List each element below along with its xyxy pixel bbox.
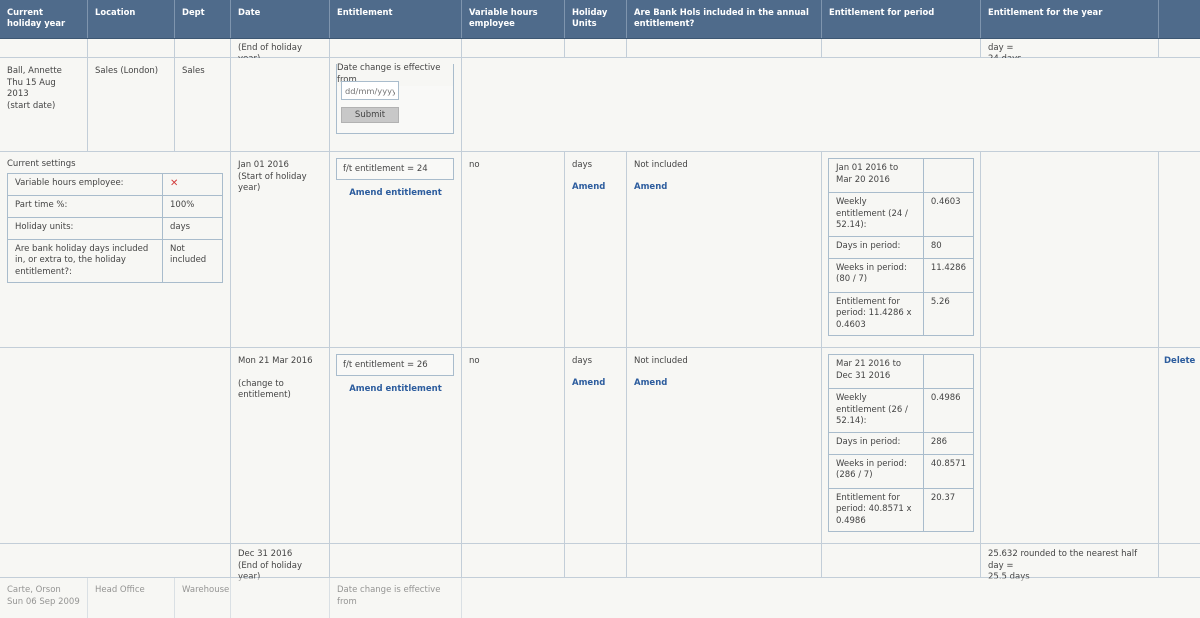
delete-link[interactable]: Delete: [1164, 356, 1195, 368]
amend-entitlement-link[interactable]: Amend entitlement: [336, 188, 455, 200]
employee-start-date: Sun 06 Sep 2009: [7, 596, 80, 607]
period-calculation-table: Mar 21 2016 to Dec 31 2016 Weekly entitl…: [828, 354, 975, 532]
col-entitlement-period: Entitlement for period: [822, 0, 981, 38]
submit-button[interactable]: Submit: [341, 107, 399, 123]
amend-units-link[interactable]: Amend: [572, 378, 619, 390]
table-header: Current holiday year Location Dept Date …: [0, 0, 1200, 39]
employee-name: Ball, Annette: [7, 66, 62, 76]
entitlement-box: f/t entitlement = 24: [336, 158, 454, 180]
holiday-units-value: days: [572, 160, 593, 170]
employee-location: Head Office: [88, 578, 175, 618]
variable-hours-value: no: [462, 152, 565, 347]
amend-bank-hols-link[interactable]: Amend: [634, 378, 814, 390]
settings-label: Are bank holiday days included in, or ex…: [7, 238, 163, 283]
period-date: Mon 21 Mar 2016: [238, 356, 313, 366]
col-date: Date: [231, 0, 330, 38]
calc-label: Entitlement for period: 40.8571 x 0.4986: [828, 487, 924, 532]
bank-hols-value: Not included: [634, 356, 688, 366]
calc-label: Weekly entitlement (26 / 52.14):: [828, 388, 924, 433]
settings-title: Current settings: [7, 159, 76, 169]
period-row: Mon 21 Mar 2016 (change to entitlement) …: [0, 348, 1200, 544]
calc-label: Weekly entitlement (24 / 52.14):: [828, 192, 924, 237]
col-variable-hours: Variable hours employee: [462, 0, 565, 38]
calc-value: 286: [922, 431, 975, 455]
col-entitlement: Entitlement: [330, 0, 462, 38]
calc-label: Entitlement for period: 11.4286 x 0.4603: [828, 291, 924, 336]
calc-label: Jan 01 2016 to Mar 20 2016: [828, 158, 924, 193]
calc-value: 11.4286: [922, 257, 975, 293]
period-calculation-table: Jan 01 2016 to Mar 20 2016 Weekly entitl…: [828, 158, 975, 336]
col-dept: Dept: [175, 0, 231, 38]
period-date-note: (Start of holiday year): [238, 171, 307, 194]
employee-location: Sales (London): [88, 58, 175, 151]
settings-label: Part time %:: [7, 194, 163, 218]
col-actions: [1159, 0, 1200, 38]
period-date: Jan 01 2016: [238, 160, 289, 170]
employee-row: Ball, Annette Thu 15 Aug 2013 (start dat…: [0, 58, 1200, 152]
amend-units-link[interactable]: Amend: [572, 182, 619, 194]
employee-row: Carte, Orson Sun 06 Sep 2009 Head Office…: [0, 578, 1200, 618]
col-holiday-units: Holiday Units: [565, 0, 627, 38]
holiday-units-value: days: [572, 356, 593, 366]
employee-dept: Warehouse: [175, 578, 231, 618]
year-end-date: Dec 31 2016: [238, 549, 293, 559]
year-total: 25.632 rounded to the nearest half day =: [988, 549, 1138, 571]
settings-value: 100%: [162, 194, 223, 218]
settings-table: Variable hours employee: ✕ Part time %: …: [7, 172, 223, 284]
calc-label: Weeks in period: (286 / 7): [828, 453, 924, 489]
calc-label: Weeks in period: (80 / 7): [828, 257, 924, 293]
calc-value: 40.8571: [922, 453, 975, 489]
calc-value: 5.26: [922, 291, 975, 336]
date-change-label: Date change is effective from: [330, 578, 462, 618]
bank-hols-value: Not included: [634, 160, 688, 170]
settings-value: days: [162, 216, 223, 240]
calc-value: 80: [922, 235, 975, 259]
employee-name: Carte, Orson: [7, 585, 61, 595]
calc-label: Mar 21 2016 to Dec 31 2016: [828, 354, 924, 389]
amend-entitlement-link[interactable]: Amend entitlement: [336, 384, 455, 396]
variable-hours-value: no: [462, 348, 565, 543]
employee-start-note: (start date): [7, 100, 56, 111]
settings-label: Variable hours employee:: [7, 172, 163, 196]
period-row: Current settings Variable hours employee…: [0, 152, 1200, 348]
col-location: Location: [88, 0, 175, 38]
calc-label: Days in period:: [828, 235, 924, 259]
period-date-note: (change to entitlement): [238, 378, 291, 401]
settings-label: Holiday units:: [7, 216, 163, 240]
employee-start-date: Thu 15 Aug 2013: [7, 77, 56, 100]
close-icon: ✕: [170, 177, 179, 189]
calc-value: 0.4603: [922, 192, 975, 237]
employee-dept: Sales: [175, 58, 231, 151]
date-input[interactable]: [341, 81, 399, 100]
calc-label: Days in period:: [828, 431, 924, 455]
settings-value: Not included: [162, 238, 223, 283]
year-end-row: Dec 31 2016 (End of holiday year) 25.632…: [0, 544, 1200, 582]
col-current-holiday-year: Current holiday year: [0, 0, 88, 38]
entitlement-box: f/t entitlement = 26: [336, 354, 454, 376]
amend-bank-hols-link[interactable]: Amend: [634, 182, 814, 194]
col-entitlement-year: Entitlement for the year: [981, 0, 1159, 38]
calc-value: 20.37: [922, 487, 975, 532]
date-change-form: Date change is effective from Submit: [336, 63, 454, 134]
col-bank-hols: Are Bank Hols included in the annual ent…: [627, 0, 822, 38]
calc-value: 0.4986: [922, 388, 975, 433]
